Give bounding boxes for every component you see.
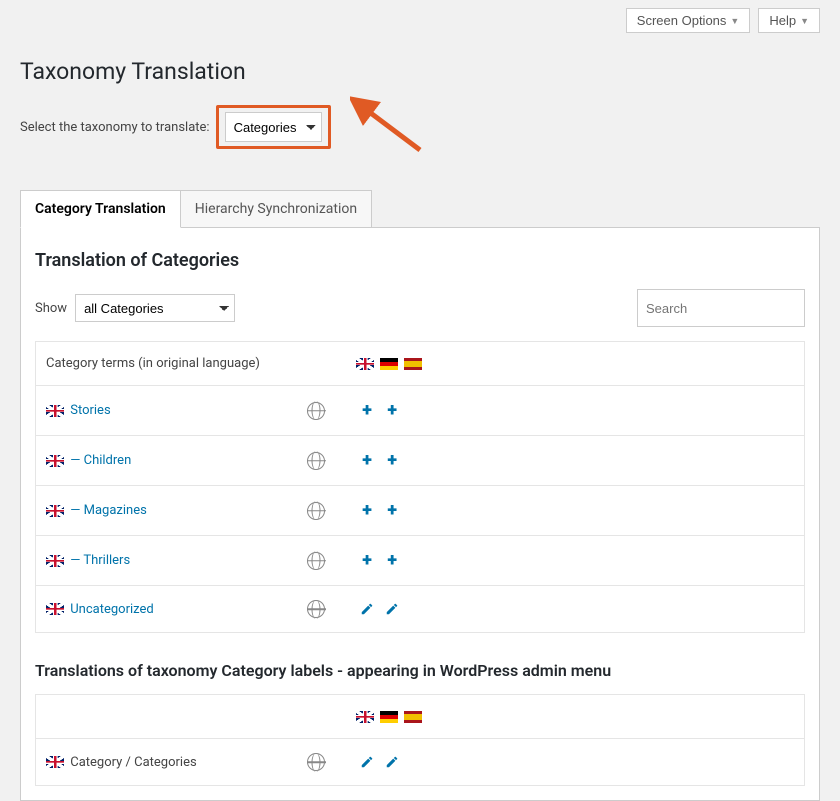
- term-link[interactable]: — Thrillers: [70, 553, 130, 568]
- taxonomy-select[interactable]: Categories: [225, 112, 322, 142]
- term-link[interactable]: Uncategorized: [70, 602, 153, 617]
- flag-uk-icon: [46, 405, 64, 417]
- tabs: Category TranslationHierarchy Synchroniz…: [20, 190, 820, 228]
- edit-translation-button[interactable]: [381, 602, 403, 617]
- tab-0[interactable]: Category Translation: [20, 190, 181, 228]
- table-row: Category / Categories: [36, 739, 805, 786]
- highlight-box: Categories: [216, 105, 331, 149]
- flag-uk-icon: [46, 555, 64, 567]
- flag-de-icon: [380, 358, 398, 370]
- globe-icon: [307, 552, 325, 570]
- add-translation-button[interactable]: +: [356, 400, 378, 421]
- header-term-col: Category terms (in original language): [36, 342, 287, 386]
- add-translation-button[interactable]: +: [356, 450, 378, 471]
- terms-table: Category terms (in original language) St…: [35, 341, 805, 633]
- chevron-down-icon: ▼: [730, 16, 739, 26]
- table-row: Stories + +: [36, 386, 805, 436]
- edit-translation-button[interactable]: [381, 755, 403, 770]
- taxonomy-selector-label: Select the taxonomy to translate:: [20, 120, 210, 135]
- add-translation-button[interactable]: +: [381, 450, 403, 471]
- add-translation-button[interactable]: +: [381, 500, 403, 521]
- flag-uk-icon: [46, 455, 64, 467]
- table-row: — Thrillers + +: [36, 536, 805, 586]
- help-label: Help: [769, 13, 796, 28]
- flag-uk-icon: [46, 505, 64, 517]
- labels-section-title: Translations of taxonomy Category labels…: [35, 661, 805, 680]
- edit-translation-button[interactable]: [356, 602, 378, 617]
- globe-icon: [307, 753, 325, 771]
- table-row: Uncategorized: [36, 586, 805, 633]
- add-translation-button[interactable]: +: [356, 500, 378, 521]
- help-button[interactable]: Help ▼: [758, 8, 820, 33]
- search-input[interactable]: [637, 289, 805, 327]
- header-orig-col: [286, 342, 346, 386]
- labels-header-flags: [346, 695, 805, 739]
- flag-uk-icon: [356, 711, 374, 723]
- add-translation-button[interactable]: +: [356, 550, 378, 571]
- flag-uk-icon: [46, 756, 64, 768]
- header-flags-col: [346, 342, 805, 386]
- flag-es-icon: [404, 358, 422, 370]
- tab-panel: Translation of Categories Show all Categ…: [20, 227, 820, 801]
- add-translation-button[interactable]: +: [381, 550, 403, 571]
- section-title: Translation of Categories: [35, 250, 805, 271]
- screen-options-label: Screen Options: [637, 13, 727, 28]
- globe-icon: [307, 600, 325, 618]
- flag-uk-icon: [356, 358, 374, 370]
- globe-icon: [307, 402, 325, 420]
- labels-table: Category / Categories: [35, 694, 805, 786]
- globe-icon: [307, 502, 325, 520]
- chevron-down-icon: ▼: [800, 16, 809, 26]
- globe-icon: [307, 452, 325, 470]
- tab-1[interactable]: Hierarchy Synchronization: [181, 190, 372, 228]
- page-title: Taxonomy Translation: [20, 58, 820, 85]
- show-filter-select[interactable]: all Categories: [75, 294, 235, 322]
- table-row: — Children + +: [36, 436, 805, 486]
- term-link[interactable]: — Magazines: [70, 503, 147, 518]
- labels-row-label: Category / Categories: [70, 755, 196, 770]
- edit-translation-button[interactable]: [356, 755, 378, 770]
- flag-uk-icon: [46, 603, 64, 615]
- flag-es-icon: [404, 711, 422, 723]
- table-row: — Magazines + +: [36, 486, 805, 536]
- show-label: Show: [35, 301, 67, 316]
- term-link[interactable]: — Children: [70, 453, 131, 468]
- term-link[interactable]: Stories: [70, 403, 110, 418]
- add-translation-button[interactable]: +: [381, 400, 403, 421]
- screen-options-button[interactable]: Screen Options ▼: [626, 8, 751, 33]
- flag-de-icon: [380, 711, 398, 723]
